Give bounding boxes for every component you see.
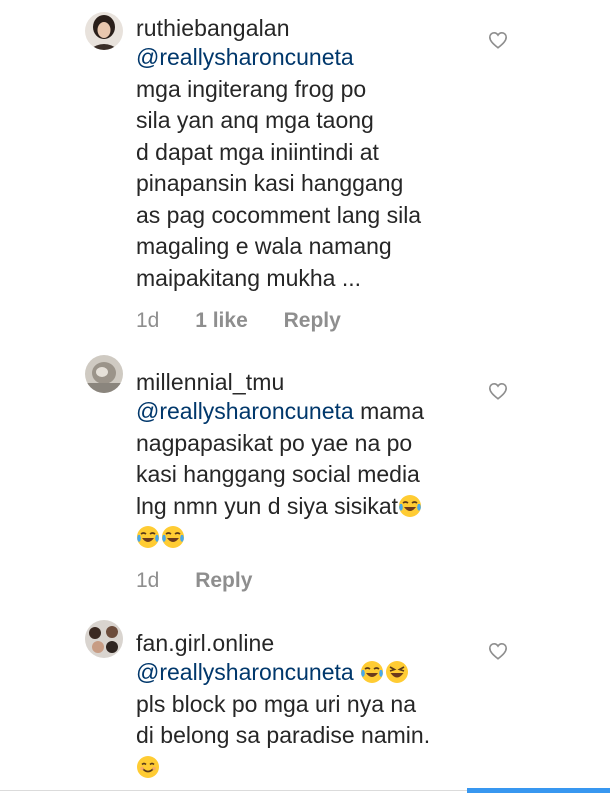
scroll-indicator xyxy=(467,788,610,793)
comment-text: @reallysharoncuneta mama nagpapasikat po… xyxy=(136,396,496,554)
reply-button[interactable]: Reply xyxy=(284,306,341,336)
heart-outline-icon[interactable] xyxy=(488,31,508,49)
avatar[interactable] xyxy=(85,12,123,50)
like-count[interactable]: 1 like xyxy=(195,306,248,336)
comment-username[interactable]: millennial_tmu xyxy=(136,368,496,396)
mention-link[interactable]: @reallysharoncuneta xyxy=(136,398,354,424)
comment-text: @reallysharoncuneta mga ingiterang frog … xyxy=(136,42,496,294)
divider xyxy=(0,790,467,791)
comment-time: 1d xyxy=(136,309,160,332)
profile-photo-icon xyxy=(85,355,123,393)
avatar[interactable] xyxy=(85,355,123,393)
avatar[interactable] xyxy=(85,620,123,658)
profile-photo-icon xyxy=(85,620,123,658)
grinning-squinting-emoji xyxy=(385,660,409,684)
tears-of-joy-emoji xyxy=(360,660,384,684)
comment-meta: 1d 1 like Reply xyxy=(136,306,496,336)
comment-meta: 1d Reply xyxy=(136,566,496,596)
tears-of-joy-emoji xyxy=(161,525,185,549)
comment-text: @reallysharoncuneta pls block po mga uri… xyxy=(136,657,496,783)
mention-link[interactable]: @reallysharoncuneta xyxy=(136,44,354,70)
comment-body: pls block po mga uri nya na di belong sa… xyxy=(136,690,431,749)
tears-of-joy-emoji xyxy=(398,494,422,518)
comment-username[interactable]: ruthiebangalan xyxy=(136,14,496,42)
comment-username[interactable]: fan.girl.online xyxy=(136,629,496,657)
heart-outline-icon[interactable] xyxy=(488,642,508,660)
tears-of-joy-emoji xyxy=(136,525,160,549)
heart-outline-icon[interactable] xyxy=(488,382,508,400)
profile-photo-icon xyxy=(85,12,123,50)
comment-time: 1d xyxy=(136,568,160,592)
mention-link[interactable]: @reallysharoncuneta xyxy=(136,659,354,685)
smiling-emoji xyxy=(136,755,160,779)
reply-button[interactable]: Reply xyxy=(195,566,252,596)
comment-body: mga ingiterang frog po sila yan anq mga … xyxy=(136,75,422,291)
